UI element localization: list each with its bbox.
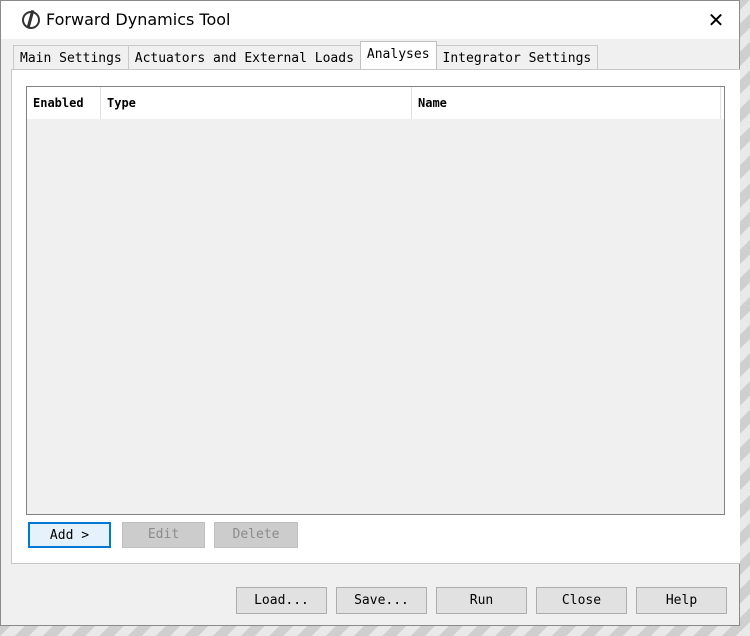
close-icon[interactable]: ✕ xyxy=(705,9,727,31)
edit-analysis-button[interactable]: Edit xyxy=(122,522,205,548)
title-bar: Forward Dynamics Tool ✕ xyxy=(1,1,739,39)
run-button[interactable]: Run xyxy=(436,587,527,614)
forward-dynamics-window: Forward Dynamics Tool ✕ Main Settings Ac… xyxy=(0,0,740,626)
tab-bar: Main Settings Actuators and External Loa… xyxy=(13,41,599,69)
opensim-logo-icon xyxy=(22,11,40,29)
table-header: Enabled Type Name xyxy=(27,87,724,119)
analyses-panel: Enabled Type Name Add > Edit Delete xyxy=(11,69,740,564)
column-header-enabled[interactable]: Enabled xyxy=(27,87,101,119)
delete-analysis-button[interactable]: Delete xyxy=(214,522,298,548)
column-header-name[interactable]: Name xyxy=(412,87,721,119)
column-header-type[interactable]: Type xyxy=(101,87,412,119)
tab-integrator-settings[interactable]: Integrator Settings xyxy=(435,45,599,69)
save-button[interactable]: Save... xyxy=(336,587,427,614)
tab-main-settings[interactable]: Main Settings xyxy=(13,45,129,69)
tab-analyses[interactable]: Analyses xyxy=(359,41,437,69)
close-button[interactable]: Close xyxy=(536,587,627,614)
tab-actuators-external-loads[interactable]: Actuators and External Loads xyxy=(127,45,361,69)
analyses-table[interactable]: Enabled Type Name xyxy=(26,86,725,515)
help-button[interactable]: Help xyxy=(636,587,727,614)
load-button[interactable]: Load... xyxy=(236,587,327,614)
window-title: Forward Dynamics Tool xyxy=(46,10,231,29)
add-analysis-button[interactable]: Add > xyxy=(28,522,111,548)
